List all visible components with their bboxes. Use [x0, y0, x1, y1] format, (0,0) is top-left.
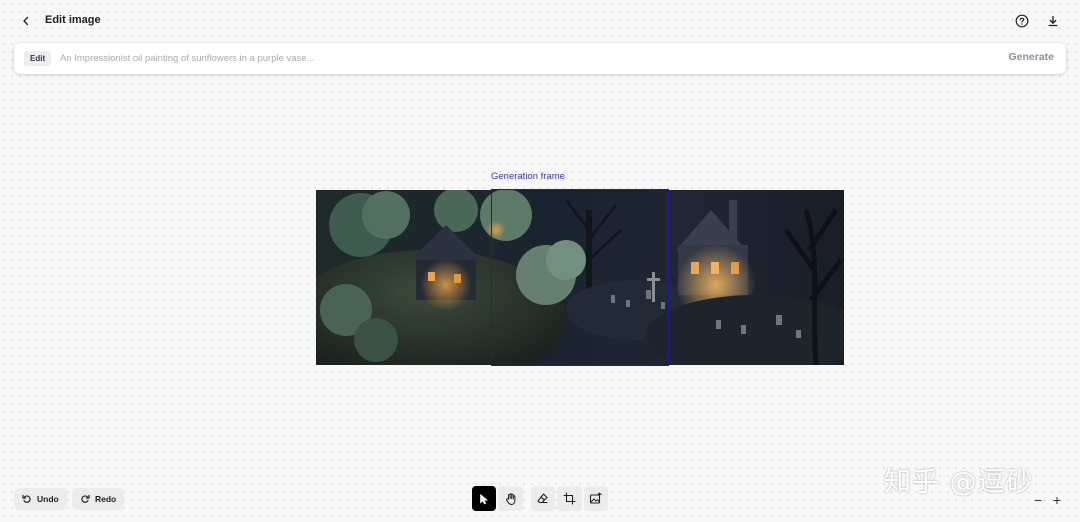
select-tool-button[interactable] [472, 486, 497, 511]
tool-palette [472, 486, 609, 511]
help-button[interactable] [1013, 12, 1031, 30]
undo-button[interactable]: Undo [14, 488, 67, 510]
page-title: Edit image [45, 14, 101, 26]
redo-button[interactable]: Redo [72, 488, 125, 510]
undo-label: Undo [37, 494, 59, 504]
generation-frame-label: Generation frame [491, 171, 565, 182]
mode-badge: Edit [24, 51, 52, 66]
chevron-left-icon [23, 16, 29, 26]
prompt-bar: Edit Generate [14, 43, 1066, 74]
watermark: 知乎 @逗砂 [884, 467, 1034, 498]
add-frame-tool-button[interactable] [557, 486, 582, 511]
eraser-tool-button[interactable] [530, 486, 556, 511]
back-button[interactable] [17, 12, 35, 30]
redo-icon [81, 494, 90, 503]
top-bar: Edit image [0, 0, 1080, 42]
frame-icon [563, 492, 576, 505]
upload-image-tool-button[interactable] [583, 486, 609, 511]
hand-icon [505, 492, 516, 505]
eraser-icon [537, 493, 549, 504]
cursor-icon [480, 493, 488, 504]
generation-frame[interactable] [491, 189, 669, 366]
download-button[interactable] [1044, 12, 1062, 30]
redo-label: Redo [95, 494, 117, 504]
download-icon [1048, 15, 1058, 27]
prompt-input[interactable] [60, 49, 960, 68]
undo-icon [22, 494, 31, 503]
question-circle-icon [1015, 14, 1029, 28]
zoom-in-button[interactable]: + [1049, 492, 1065, 508]
generate-button[interactable]: Generate [1008, 51, 1054, 63]
image-upload-icon [590, 492, 602, 504]
pan-tool-button[interactable] [498, 486, 523, 511]
zoom-out-button[interactable]: − [1030, 492, 1046, 508]
